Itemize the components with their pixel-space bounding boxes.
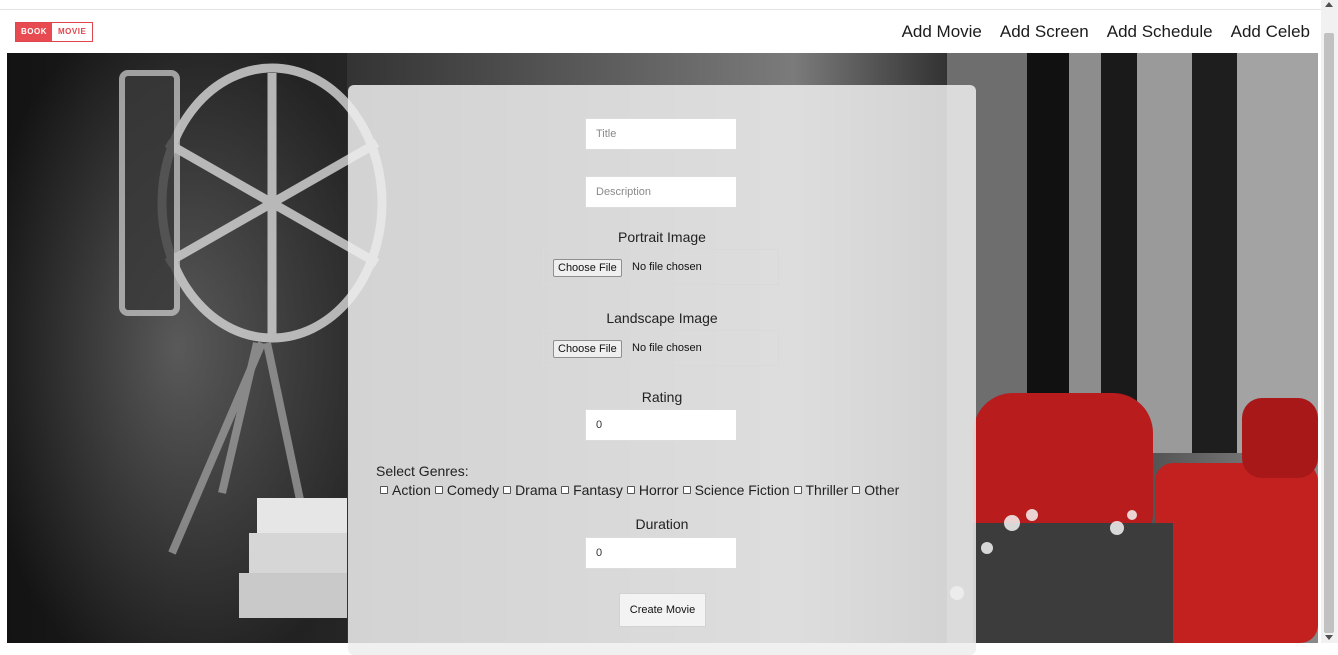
genre-checkbox-group: Action Comedy Drama Fantasy Horror Scien…	[380, 482, 903, 498]
genre-action[interactable]: Action	[380, 482, 431, 498]
portrait-file-status: No file chosen	[632, 261, 702, 273]
checkbox-icon[interactable]	[434, 486, 443, 494]
description-input[interactable]	[585, 176, 737, 208]
checkbox-icon[interactable]	[561, 486, 570, 494]
genre-thriller[interactable]: Thriller	[793, 482, 848, 498]
genre-other[interactable]: Other	[852, 482, 899, 498]
checkbox-icon[interactable]	[793, 486, 802, 494]
portrait-image-file-input: Choose File No file chosen	[543, 249, 779, 285]
select-genres-label: Select Genres:	[376, 463, 469, 479]
navbar: BOOK MOVIE Add Movie Add Screen Add Sche…	[0, 10, 1321, 53]
genre-comedy[interactable]: Comedy	[434, 482, 499, 498]
duration-label: Duration	[635, 516, 689, 532]
genre-horror[interactable]: Horror	[626, 482, 679, 498]
checkbox-icon[interactable]	[503, 486, 512, 494]
genre-fantasy[interactable]: Fantasy	[561, 482, 623, 498]
scroll-up-icon[interactable]	[1325, 2, 1333, 7]
rating-input[interactable]	[585, 409, 737, 441]
landscape-image-label: Landscape Image	[606, 310, 718, 326]
portrait-image-label: Portrait Image	[618, 229, 706, 245]
landscape-file-status: No file chosen	[632, 342, 702, 354]
create-movie-form: Portrait Image Choose File No file chose…	[348, 85, 976, 655]
checkbox-icon[interactable]	[682, 486, 691, 494]
checkbox-icon[interactable]	[380, 486, 388, 494]
scroll-down-icon[interactable]	[1325, 635, 1333, 640]
checkbox-icon[interactable]	[852, 486, 861, 494]
landscape-choose-file-button[interactable]: Choose File	[553, 340, 622, 358]
brand-logo[interactable]: BOOK MOVIE	[15, 22, 94, 42]
nav-add-screen[interactable]: Add Screen	[1000, 22, 1089, 42]
portrait-choose-file-button[interactable]: Choose File	[553, 259, 622, 277]
scrollbar-thumb[interactable]	[1324, 33, 1334, 633]
nav-add-movie[interactable]: Add Movie	[902, 22, 982, 42]
landscape-image-file-input: Choose File No file chosen	[543, 330, 779, 366]
nav-add-celeb[interactable]: Add Celeb	[1231, 22, 1310, 42]
rating-label: Rating	[641, 389, 683, 405]
brand-logo-part-book: BOOK	[16, 23, 52, 41]
nav-links: Add Movie Add Screen Add Schedule Add Ce…	[902, 22, 1310, 42]
title-input[interactable]	[585, 118, 737, 150]
nav-add-schedule[interactable]: Add Schedule	[1107, 22, 1213, 42]
brand-logo-part-movie: MOVIE	[52, 23, 93, 41]
genre-drama[interactable]: Drama	[503, 482, 557, 498]
create-movie-button[interactable]: Create Movie	[619, 593, 706, 627]
genre-science-fiction[interactable]: Science Fiction	[682, 482, 790, 498]
top-edge	[0, 0, 1321, 10]
checkbox-icon[interactable]	[626, 486, 635, 494]
duration-input[interactable]	[585, 537, 737, 569]
